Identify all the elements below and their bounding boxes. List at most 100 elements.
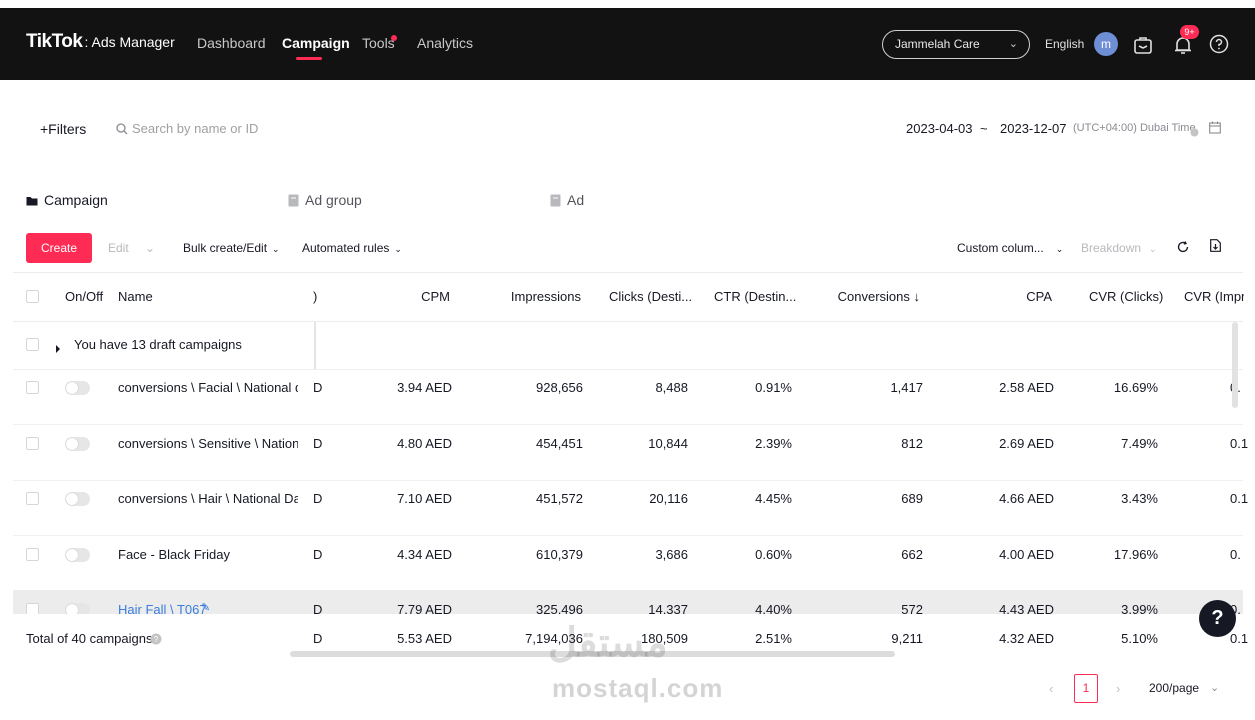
- select-all-checkbox[interactable]: [26, 290, 39, 303]
- row-checkbox[interactable]: [26, 437, 39, 450]
- cell-conversions: 662: [901, 547, 923, 562]
- cell-cpa: 4.00 AED: [999, 547, 1054, 562]
- row-checkbox[interactable]: [26, 548, 39, 561]
- nav-dashboard[interactable]: Dashboard: [197, 35, 266, 51]
- campaign-toggle[interactable]: [65, 437, 90, 451]
- create-button[interactable]: Create: [26, 233, 92, 263]
- watermark-latin: mostaql.com: [552, 673, 724, 703]
- top-navigation-bar: TikTok: Ads Manager Dashboard Campaign T…: [0, 8, 1255, 80]
- cell-impressions: 928,656: [536, 380, 583, 395]
- row-checkbox[interactable]: [26, 381, 39, 394]
- campaign-name-link[interactable]: conversions \ Facial \ National day: [118, 380, 298, 395]
- language-selector[interactable]: English: [1045, 37, 1084, 51]
- cell-cvr-impressions: 0.1: [1230, 491, 1249, 506]
- cell-cvr-clicks: 7.49%: [1121, 436, 1158, 451]
- row-checkbox[interactable]: [26, 492, 39, 505]
- cell-impressions: 451,572: [536, 491, 583, 506]
- vertical-scrollbar[interactable]: [1232, 322, 1238, 408]
- column-header-clicks[interactable]: Clicks (Desti...: [609, 289, 692, 304]
- custom-columns-dropdown[interactable]: Custom colum... ⌄: [957, 241, 1063, 255]
- cell-clicks: 10,844: [648, 436, 688, 451]
- help-chat-button[interactable]: ?: [1199, 600, 1236, 637]
- cell-ctr: 2.39%: [755, 436, 792, 451]
- header-divider-bottom: [13, 321, 1243, 322]
- export-icon[interactable]: [1210, 239, 1221, 257]
- cell-cpa: 2.58 AED: [999, 380, 1054, 395]
- column-header-cvr-clicks[interactable]: CVR (Clicks): [1089, 289, 1163, 304]
- briefcase-icon[interactable]: [1133, 35, 1153, 60]
- campaign-name-link[interactable]: conversions \ Sensitive \ Nation...: [118, 436, 298, 451]
- refresh-icon[interactable]: [1177, 240, 1189, 258]
- chevron-down-icon[interactable]: ⌄: [1210, 681, 1219, 694]
- column-header-conversions[interactable]: Conversions ↓: [800, 289, 920, 304]
- campaign-toggle[interactable]: [65, 381, 90, 395]
- cell-ctr: 4.45%: [755, 491, 792, 506]
- column-header-cpm[interactable]: CPM: [400, 289, 450, 304]
- cell-cpm: 4.80 AED: [397, 436, 452, 451]
- filters-button[interactable]: +Filters: [40, 121, 86, 137]
- help-circle-icon[interactable]: [1209, 34, 1229, 59]
- campaign-toggle[interactable]: [65, 548, 90, 562]
- column-header-name[interactable]: Name: [118, 289, 153, 304]
- column-header-clipped: ): [313, 289, 318, 304]
- chevron-down-icon: ⌄: [1055, 244, 1064, 254]
- search-input[interactable]: Search by name or ID: [116, 121, 258, 136]
- total-cpm: 5.53 AED: [397, 631, 452, 646]
- cell-cpm: 3.94 AED: [397, 380, 452, 395]
- tab-ad-group[interactable]: Ad group: [288, 192, 362, 208]
- cell-cpa: 2.69 AED: [999, 436, 1054, 451]
- cell-clicks: 20,116: [649, 491, 688, 506]
- tiktok-ads-manager-logo[interactable]: TikTok: Ads Manager: [26, 31, 175, 53]
- folder-icon: [26, 197, 38, 206]
- automated-rules-button[interactable]: Automated rules ⌄: [302, 241, 402, 255]
- tab-campaign[interactable]: Campaign: [26, 192, 108, 208]
- notification-badge: 9+: [1180, 25, 1199, 39]
- column-header-ctr[interactable]: CTR (Destin...: [714, 289, 796, 304]
- cell-ctr: 0.60%: [755, 547, 792, 562]
- cell-cvr-clicks: 3.43%: [1121, 491, 1158, 506]
- active-tab-indicator: [296, 57, 322, 60]
- cell-clipped: D: [313, 436, 323, 451]
- watermark-arabic: مستقل: [548, 621, 668, 665]
- breakdown-dropdown[interactable]: Breakdown ⌄: [1081, 241, 1157, 255]
- cell-clicks: 3,686: [655, 547, 688, 562]
- calendar-icon[interactable]: [1209, 121, 1221, 139]
- document-icon: [288, 194, 299, 207]
- header-divider-top: [13, 272, 1243, 273]
- cell-cpa: 4.66 AED: [999, 491, 1054, 506]
- campaign-name-link[interactable]: Face - Black Friday: [118, 547, 230, 562]
- account-name: Jammelah Care: [895, 37, 980, 51]
- page-size-selector[interactable]: 200/page: [1149, 681, 1199, 695]
- pagination-next[interactable]: ›: [1116, 681, 1120, 696]
- chevron-down-icon: ⌄: [1149, 244, 1157, 254]
- bulk-edit-button[interactable]: Bulk create/Edit ⌄: [183, 241, 280, 255]
- edit-button[interactable]: Edit: [108, 241, 129, 255]
- cell-conversions: 812: [901, 436, 923, 451]
- edit-pencil-icon[interactable]: ✎: [201, 601, 210, 614]
- total-cvr-clicks: 5.10%: [1121, 631, 1158, 646]
- chevron-down-icon[interactable]: ⌄: [145, 241, 155, 255]
- date-end[interactable]: 2023-12-07: [1000, 121, 1067, 136]
- nav-tools[interactable]: Tools: [362, 35, 395, 51]
- chevron-down-icon: ⌄: [1008, 38, 1018, 50]
- date-start[interactable]: 2023-04-03: [906, 121, 973, 136]
- avatar[interactable]: m: [1094, 32, 1118, 56]
- campaign-name-link[interactable]: conversions \ Hair \ National Day: [118, 491, 298, 506]
- caret-right-icon[interactable]: [55, 340, 61, 358]
- draft-campaigns-label[interactable]: You have 13 draft campaigns: [74, 337, 242, 352]
- cell-ctr: 0.91%: [755, 380, 792, 395]
- column-header-cvr-impressions[interactable]: CVR (Impre: [1184, 289, 1244, 304]
- column-header-cpa[interactable]: CPA: [1000, 289, 1052, 304]
- column-header-onoff: On/Off: [65, 289, 104, 304]
- draft-row-checkbox[interactable]: [26, 338, 39, 351]
- campaign-toggle[interactable]: [65, 492, 90, 506]
- tab-ad[interactable]: Ad: [550, 192, 584, 208]
- pagination-page-1[interactable]: 1: [1074, 674, 1098, 703]
- nav-analytics[interactable]: Analytics: [417, 35, 473, 51]
- column-header-impressions[interactable]: Impressions: [481, 289, 581, 304]
- cell-cvr-impressions: 0.: [1230, 547, 1241, 562]
- nav-campaign[interactable]: Campaign: [282, 35, 350, 51]
- account-selector[interactable]: Jammelah Care ⌄: [882, 30, 1030, 59]
- pagination-prev[interactable]: ‹: [1049, 681, 1053, 696]
- cell-cvr-clicks: 17.96%: [1113, 547, 1158, 562]
